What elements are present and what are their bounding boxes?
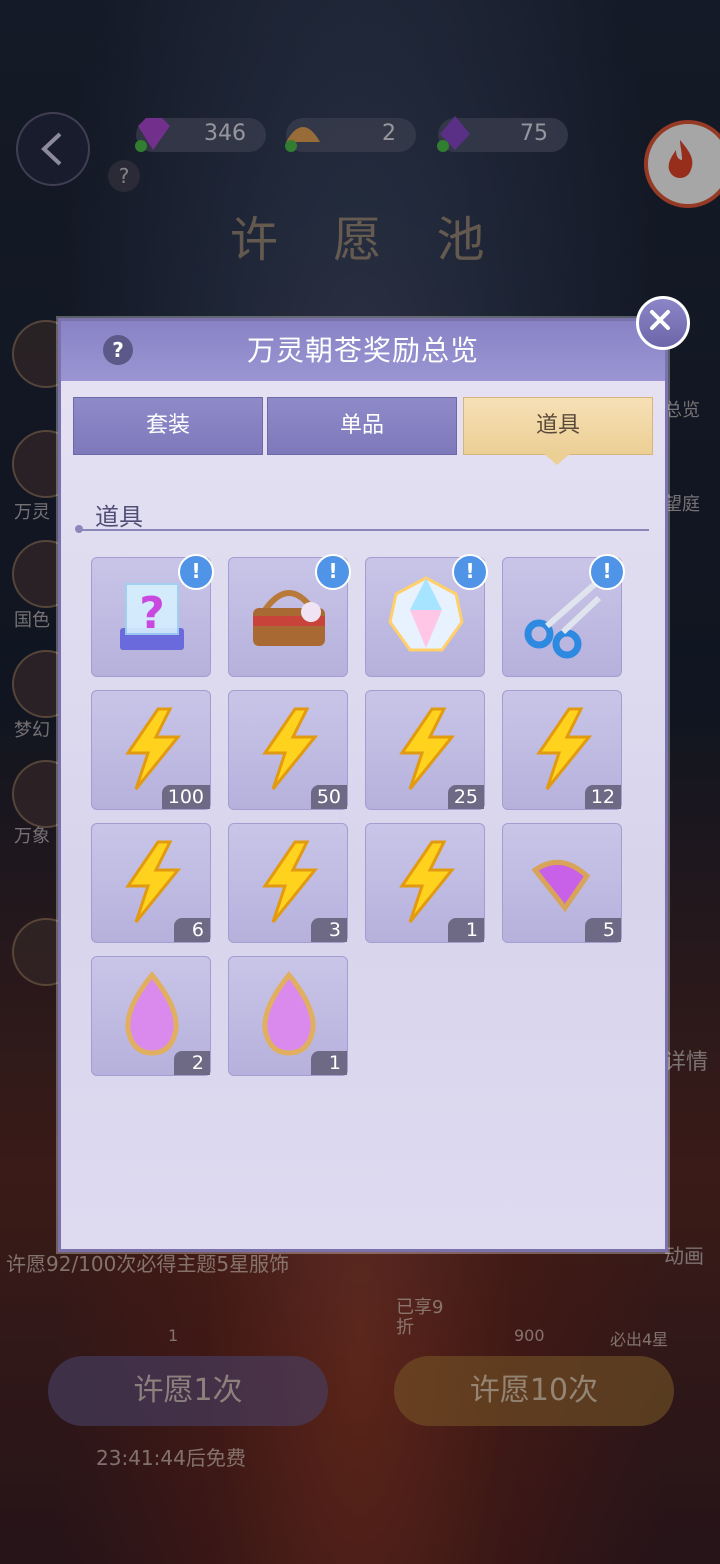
pink-gem-icon	[125, 971, 179, 1056]
new-badge-icon: !	[452, 554, 488, 590]
section-divider	[79, 529, 649, 531]
dialog-title: 万灵朝苍奖励总览	[246, 334, 479, 367]
item-count: 3	[311, 918, 347, 942]
item-cell[interactable]: !	[365, 554, 488, 677]
section-title: 道具	[95, 503, 143, 531]
item-count: 5	[585, 918, 621, 942]
item-cell[interactable]: 5	[502, 823, 622, 943]
close-icon	[650, 310, 670, 330]
lightning-icon	[262, 707, 319, 790]
item-cell[interactable]: !	[228, 554, 351, 677]
help-button[interactable]: ?	[103, 335, 133, 365]
item-count: 1	[448, 918, 484, 942]
new-badge-icon: !	[589, 554, 625, 590]
item-cell[interactable]: !	[502, 554, 625, 677]
item-count: 1	[311, 1051, 347, 1075]
item-count: 50	[310, 785, 347, 809]
reward-overview-dialog: 万灵朝苍奖励总览 ? 套装 单品 道具 道具 ?!!!! 100 50 25 12 6 3 1…	[58, 318, 668, 1252]
tab-suits[interactable]: 套装	[73, 397, 263, 455]
lightning-icon	[125, 840, 182, 923]
lightning-icon	[125, 707, 182, 790]
tab-bar: 套装 单品 道具	[73, 397, 653, 455]
svg-text:?: ?	[139, 588, 165, 639]
item-cell[interactable]: 2	[91, 956, 211, 1076]
lightning-icon	[536, 707, 593, 790]
item-count: 25	[447, 785, 484, 809]
item-cell[interactable]: 12	[502, 690, 622, 810]
lightning-icon	[399, 840, 456, 923]
gem-shard-icon	[531, 859, 591, 913]
item-count: 2	[174, 1051, 210, 1075]
new-badge-icon: !	[178, 554, 214, 590]
lightning-icon	[399, 707, 456, 790]
active-tab-pointer	[543, 453, 571, 465]
item-count: 12	[584, 785, 621, 809]
item-count: 6	[174, 918, 210, 942]
item-count: 100	[161, 785, 210, 809]
item-cell[interactable]: 1	[365, 823, 485, 943]
pink-gem-icon	[262, 971, 316, 1056]
lightning-icon	[262, 840, 319, 923]
close-button[interactable]	[636, 296, 690, 350]
item-cell[interactable]: 3	[228, 823, 348, 943]
item-cell[interactable]: 1	[228, 956, 348, 1076]
item-cell[interactable]: 50	[228, 690, 348, 810]
item-cell[interactable]: ?!	[91, 554, 214, 677]
tab-props[interactable]: 道具	[463, 397, 653, 455]
new-badge-icon: !	[315, 554, 351, 590]
item-cell[interactable]: 100	[91, 690, 211, 810]
tab-single-items[interactable]: 单品	[267, 397, 457, 455]
item-cell[interactable]: 6	[91, 823, 211, 943]
item-cell[interactable]: 25	[365, 690, 485, 810]
